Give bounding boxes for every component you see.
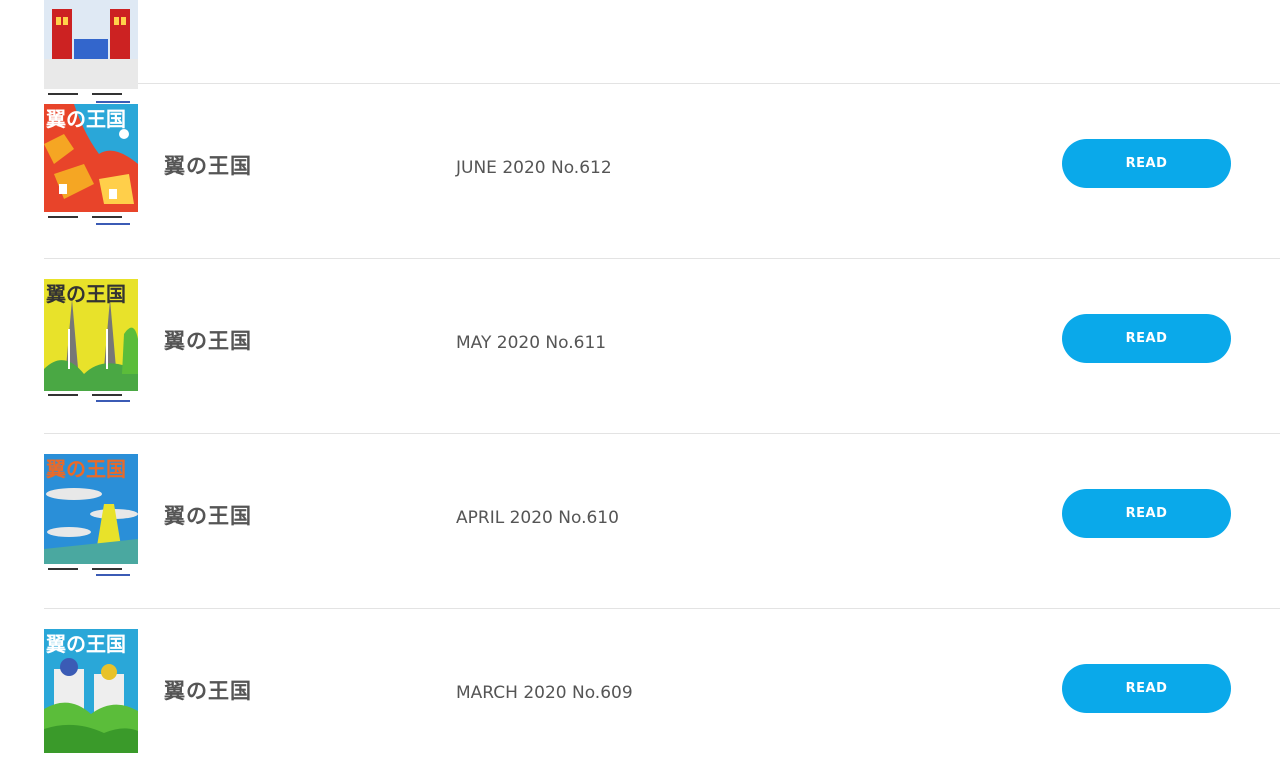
issue-row: 翼の王国 翼の王国 APRIL 2020 No.610 READ	[44, 434, 1280, 609]
issue-date-number: MARCH 2020 No.609	[456, 683, 633, 703]
cover-logo: 翼の王国	[45, 282, 126, 306]
issue-cover-image[interactable]: 翼の王国	[44, 279, 138, 403]
issue-date-number: MAY 2020 No.611	[456, 333, 607, 353]
magazine-title: 翼の王国	[164, 504, 252, 528]
magazine-title: 翼の王国	[164, 329, 252, 353]
cover-illustration: 翼の王国	[44, 279, 138, 403]
magazine-title: 翼の王国	[164, 679, 252, 703]
read-button[interactable]: READ	[1062, 489, 1231, 538]
issue-date-number: JUNE 2020 No.612	[456, 158, 612, 178]
cover-illustration: 翼の王国	[44, 104, 138, 228]
issue-cover-image[interactable]: 翼の王国	[44, 454, 138, 578]
cover-logo: 翼の王国	[45, 632, 126, 656]
magazine-title: 翼の王国	[164, 154, 252, 178]
cover-illustration: 翼の王国	[44, 629, 138, 753]
cover-illustration: 翼の王国	[44, 454, 138, 578]
issue-cover-image[interactable]: 翼の王国	[44, 629, 138, 753]
read-button[interactable]: READ	[1062, 139, 1231, 188]
issue-cover-image[interactable]: 翼の王国	[44, 104, 138, 228]
issue-row: 翼の王国 翼の王国 MAY 2020 No.611 READ	[44, 259, 1280, 434]
issue-row: 翼の王国 翼の王国 JUNE 2020 No.612 READ	[44, 84, 1280, 259]
cover-logo: 翼の王国	[45, 457, 126, 481]
magazine-issue-list: 翼の王国 翼の王国 JUNE 2020 No.612 READ 翼の王国 翼の王…	[0, 0, 1280, 777]
read-button[interactable]: READ	[1062, 314, 1231, 363]
issue-date-number: APRIL 2020 No.610	[456, 508, 619, 528]
read-button[interactable]: READ	[1062, 664, 1231, 713]
issue-row	[44, 0, 1280, 113]
cover-logo: 翼の王国	[45, 107, 126, 131]
issue-row: 翼の王国 翼の王国 MARCH 2020 No.609 READ	[44, 609, 1280, 784]
